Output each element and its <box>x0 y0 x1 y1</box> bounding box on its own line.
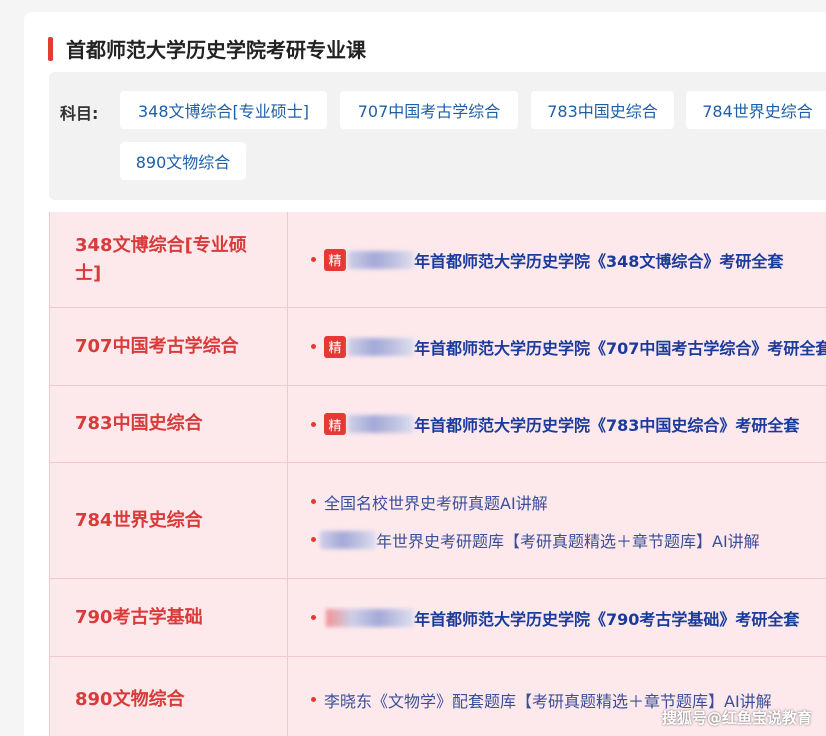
row-subject: 784世界史综合 <box>50 463 288 578</box>
row-subject: 707中国考古学综合 <box>50 308 288 385</box>
section-heading: 首都师范大学历史学院考研专业课 <box>48 34 366 63</box>
bullet-icon <box>311 537 316 542</box>
row-subject: 790考古学基础 <box>50 579 288 656</box>
featured-badge: 精 <box>324 413 346 435</box>
materials-table: 348文博综合[专业硕士] 精 年首都师范大学历史学院《348文博综合》考研全套… <box>49 212 826 736</box>
bullet-icon <box>311 697 316 702</box>
redacted-text <box>320 530 376 549</box>
subject-chip-348[interactable]: 348文博综合[专业硕士] <box>120 91 327 129</box>
row-subject: 348文博综合[专业硕士] <box>50 212 288 307</box>
row-subject: 783中国史综合 <box>50 386 288 462</box>
bullet-icon <box>311 344 316 349</box>
bullet-icon <box>311 499 316 504</box>
list-item[interactable]: 精 年首都师范大学历史学院《348文博综合》考研全套 <box>311 241 826 279</box>
page-title: 首都师范大学历史学院考研专业课 <box>66 38 366 62</box>
subject-chip-784[interactable]: 784世界史综合 <box>686 91 826 129</box>
bullet-icon <box>311 421 316 427</box>
list-item[interactable]: 年世界史考研题库【考研真题精选＋章节题库】AI讲解 <box>311 521 826 559</box>
row-materials: 全国名校世界史考研真题AI讲解 年世界史考研题库【考研真题精选＋章节题库】AI讲… <box>289 463 826 578</box>
material-link[interactable]: 年首都师范大学历史学院《783中国史综合》考研全套 <box>414 412 799 436</box>
list-item[interactable]: 全国名校世界史考研真题AI讲解 <box>311 483 826 521</box>
bullet-icon <box>311 615 316 620</box>
featured-badge: 精 <box>324 248 346 271</box>
material-link[interactable]: 全国名校世界史考研真题AI讲解 <box>324 490 548 514</box>
redacted-text <box>348 337 414 356</box>
subject-chip-783[interactable]: 783中国史综合 <box>531 91 674 129</box>
row-materials: 年首都师范大学历史学院《790考古学基础》考研全套 <box>289 579 826 656</box>
redacted-text <box>348 415 414 433</box>
material-link[interactable]: 年首都师范大学历史学院《707中国考古学综合》考研全套 <box>414 335 826 359</box>
material-link[interactable]: 年首都师范大学历史学院《348文博综合》考研全套 <box>414 248 783 272</box>
redacted-text <box>326 608 414 627</box>
row-subject: 890文物综合 <box>50 657 288 736</box>
redacted-text <box>348 250 414 269</box>
table-row: 784世界史综合 全国名校世界史考研真题AI讲解 年世界史考研题库【考研真题精选… <box>50 463 826 579</box>
material-link[interactable]: 年首都师范大学历史学院《790考古学基础》考研全套 <box>414 606 799 630</box>
subject-chip-890[interactable]: 890文物综合 <box>120 142 246 180</box>
material-link[interactable]: 年世界史考研题库【考研真题精选＋章节题库】AI讲解 <box>376 528 760 552</box>
row-materials: 精 年首都师范大学历史学院《348文博综合》考研全套 <box>289 212 826 307</box>
list-item[interactable]: 精 年首都师范大学历史学院《707中国考古学综合》考研全套 <box>311 328 826 366</box>
list-item[interactable]: 精 年首都师范大学历史学院《783中国史综合》考研全套 <box>311 405 826 443</box>
subject-label: 科目: <box>60 104 99 123</box>
featured-badge: 精 <box>324 335 346 358</box>
bullet-icon <box>311 257 316 262</box>
heading-accent-bar <box>48 36 53 61</box>
table-row: 783中国史综合 精 年首都师范大学历史学院《783中国史综合》考研全套 <box>50 386 826 463</box>
table-row: 790考古学基础 年首都师范大学历史学院《790考古学基础》考研全套 <box>50 579 826 657</box>
row-materials: 精 年首都师范大学历史学院《783中国史综合》考研全套 <box>289 386 826 462</box>
table-row: 348文博综合[专业硕士] 精 年首都师范大学历史学院《348文博综合》考研全套 <box>50 212 826 308</box>
row-materials: 精 年首都师范大学历史学院《707中国考古学综合》考研全套 <box>289 308 826 385</box>
list-item[interactable]: 年首都师范大学历史学院《790考古学基础》考研全套 <box>311 599 826 637</box>
watermark: 搜狐号@红鱼宝说教育 <box>661 709 812 727</box>
subject-chip-707[interactable]: 707中国考古学综合 <box>340 91 518 129</box>
table-row: 707中国考古学综合 精 年首都师范大学历史学院《707中国考古学综合》考研全套 <box>50 308 826 386</box>
